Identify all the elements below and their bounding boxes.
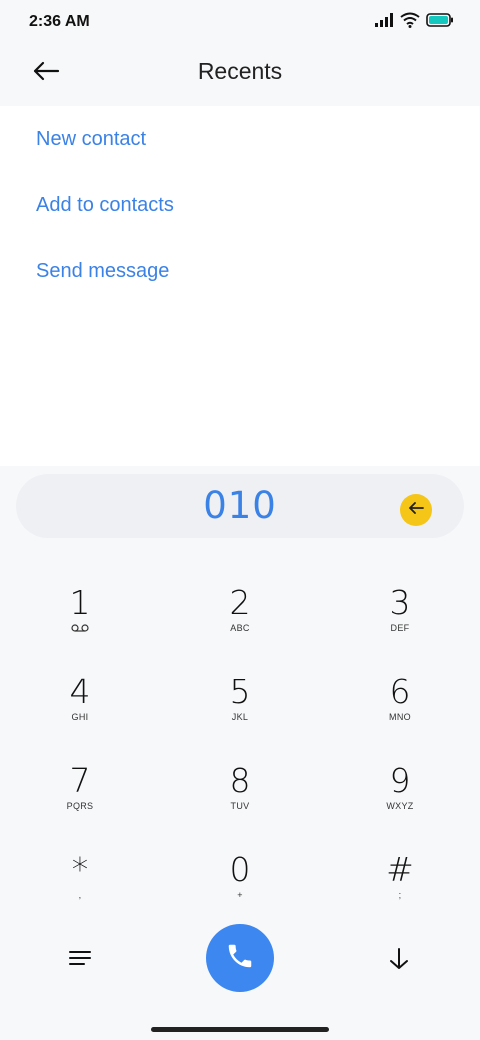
number-field[interactable]: 010	[16, 474, 464, 538]
key-digit: 0	[229, 850, 251, 889]
key-digit: *	[71, 850, 89, 889]
menu-icon	[68, 949, 92, 972]
key-7[interactable]: 7 PQRS	[20, 762, 140, 842]
key-6[interactable]: 6 MNO	[340, 673, 460, 753]
key-letters: +	[237, 890, 243, 900]
key-8[interactable]: 8 TUV	[180, 762, 300, 842]
key-9[interactable]: 9 WXYZ	[340, 762, 460, 842]
phone-icon	[225, 941, 255, 976]
key-5[interactable]: 5 JKL	[180, 673, 300, 753]
arrow-down-icon	[388, 947, 410, 976]
key-digit: 1	[69, 583, 91, 622]
key-digit: #	[386, 850, 414, 889]
key-letters: JKL	[231, 712, 249, 722]
voicemail-icon	[20, 623, 140, 635]
wifi-icon	[400, 12, 420, 33]
add-to-contacts-link[interactable]: Add to contacts	[36, 194, 174, 217]
menu-button[interactable]	[66, 946, 94, 974]
dialer-bottom-bar	[0, 924, 480, 994]
key-digit: 3	[389, 583, 411, 622]
backspace-button[interactable]	[400, 494, 432, 526]
key-3[interactable]: 3 DEF	[340, 584, 460, 664]
key-digit: 2	[229, 583, 251, 622]
home-indicator[interactable]	[151, 1027, 329, 1032]
call-button[interactable]	[206, 924, 274, 992]
key-letters: ;	[398, 890, 402, 900]
battery-icon	[426, 12, 454, 33]
page-title: Recents	[197, 58, 283, 84]
key-star[interactable]: * ,	[20, 851, 140, 931]
dialpad-area: 010 1 2 ABC 3 DEF 4 GHI 5 JKL 6 MNO 7 PQ…	[0, 466, 480, 1040]
key-hash[interactable]: # ;	[340, 851, 460, 931]
backspace-icon	[407, 501, 425, 520]
status-time: 2:36 AM	[29, 13, 90, 30]
key-letters: WXYZ	[386, 801, 414, 811]
key-4[interactable]: 4 GHI	[20, 673, 140, 753]
signal-icon	[374, 12, 394, 33]
dialed-number: 010	[203, 484, 277, 527]
key-letters: GHI	[71, 712, 89, 722]
key-1[interactable]: 1	[20, 584, 140, 664]
key-digit: 9	[389, 761, 411, 800]
send-message-link[interactable]: Send message	[36, 260, 169, 283]
key-0[interactable]: 0 +	[180, 851, 300, 931]
key-digit: 4	[69, 672, 91, 711]
header: Recents	[0, 44, 480, 106]
new-contact-link[interactable]: New contact	[36, 128, 146, 151]
key-2[interactable]: 2 ABC	[180, 584, 300, 664]
hide-dialpad-button[interactable]	[384, 946, 414, 976]
actions-list: New contact Add to contacts Send message	[0, 106, 480, 466]
key-digit: 8	[229, 761, 251, 800]
key-digit: 6	[389, 672, 411, 711]
status-icons	[374, 12, 454, 32]
key-letters: DEF	[390, 623, 410, 633]
key-digit: 7	[69, 761, 91, 800]
key-letters: MNO	[389, 712, 411, 722]
status-bar: 2:36 AM	[0, 0, 480, 44]
key-digit: 5	[229, 672, 251, 711]
key-letters: ABC	[230, 623, 250, 633]
key-letters: PQRS	[66, 801, 94, 811]
key-letters: ,	[78, 890, 82, 900]
key-letters: TUV	[230, 801, 250, 811]
